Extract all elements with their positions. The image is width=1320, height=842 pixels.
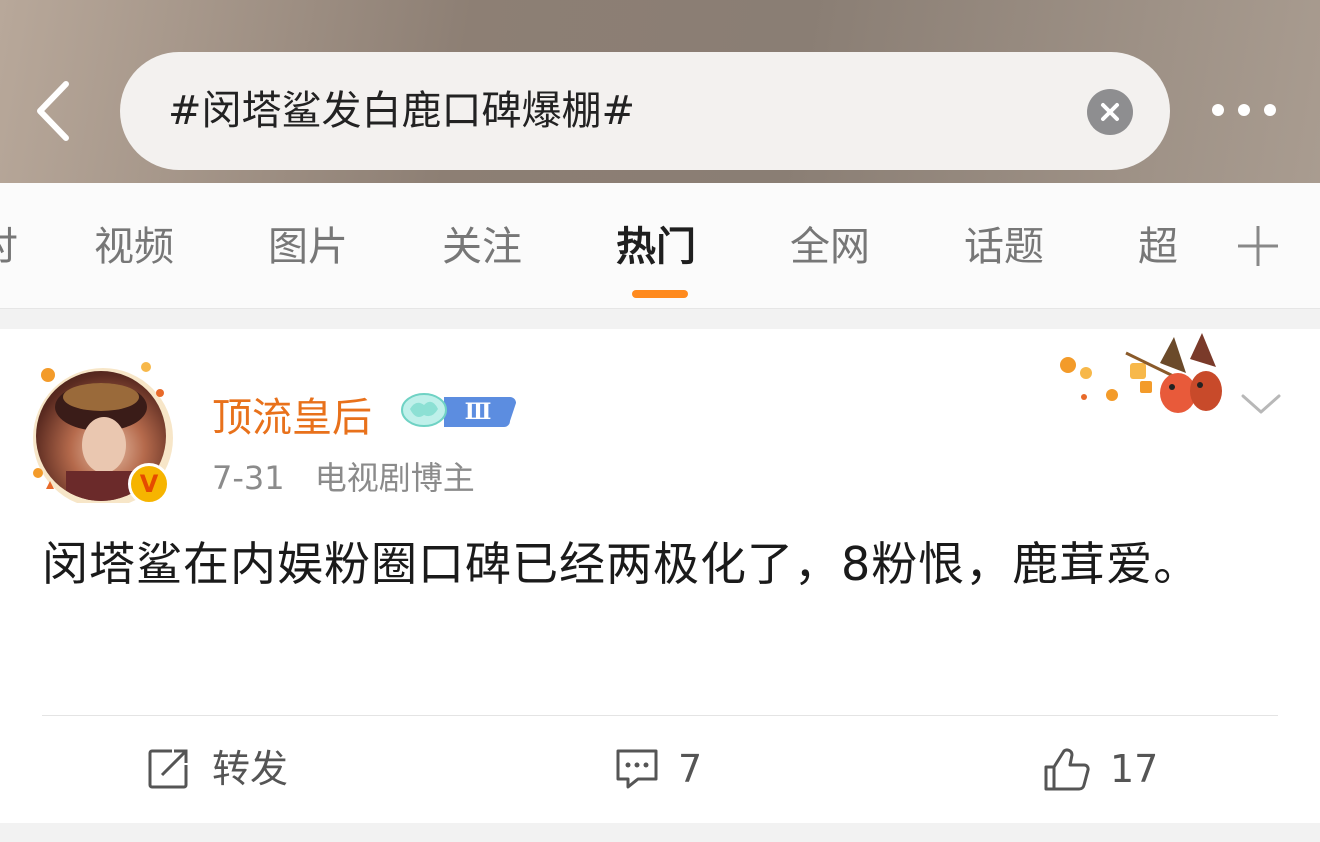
active-tab-indicator xyxy=(632,290,688,298)
top-bar: #闵塔鲨发白鹿口碑爆棚# xyxy=(0,0,1320,183)
expand-menu-button[interactable] xyxy=(1240,391,1282,417)
add-tab-button[interactable] xyxy=(1234,222,1282,270)
level-badge-icon: Ⅲ xyxy=(401,393,516,427)
level-badge-text: Ⅲ xyxy=(465,399,492,425)
tab-video[interactable]: 视频 xyxy=(94,183,174,308)
like-count: 17 xyxy=(1110,747,1159,791)
tab-images[interactable]: 图片 xyxy=(268,183,348,308)
tab-discuss[interactable]: 讨 xyxy=(0,183,18,308)
action-divider xyxy=(42,715,1278,716)
comment-count: 7 xyxy=(678,747,703,791)
clear-icon xyxy=(1101,103,1119,121)
like-button[interactable]: 17 xyxy=(1042,737,1162,801)
plus-icon xyxy=(1238,226,1278,266)
repost-button[interactable]: 转发 xyxy=(146,737,306,801)
back-button[interactable] xyxy=(32,78,76,144)
tab-all-web[interactable]: 全网 xyxy=(790,183,870,308)
clear-search-button[interactable] xyxy=(1087,89,1133,135)
card-decoration-icon xyxy=(1060,333,1222,413)
tab-following[interactable]: 关注 xyxy=(442,183,522,308)
comment-icon xyxy=(616,749,658,789)
repost-label: 转发 xyxy=(212,747,289,791)
post-username[interactable]: 顶流皇后 xyxy=(212,385,372,443)
post-source: 电视剧博主 xyxy=(314,459,475,497)
comment-button[interactable]: 7 xyxy=(614,737,714,801)
post-body-text: 闵塔鲨在内娱粉圈口碑已经两极化了，8粉恨，鹿茸爱。 xyxy=(42,537,1201,591)
post-card: V 顶流皇后 Ⅲ 7-31 电视剧博主 闵塔鲨在内娱粉圈口碑已经两极化了，8粉恨… xyxy=(0,329,1320,823)
search-query-text[interactable]: #闵塔鲨发白鹿口碑爆棚# xyxy=(168,52,635,170)
tab-topics[interactable]: 话题 xyxy=(964,183,1044,308)
tab-bar: 讨 视频 图片 关注 热门 全网 话题 超 xyxy=(0,183,1320,309)
repost-icon xyxy=(148,749,188,789)
chevron-left-icon xyxy=(37,81,69,141)
avatar-frame[interactable]: V xyxy=(28,353,178,505)
more-button[interactable] xyxy=(1206,90,1282,130)
post-date: 7-31 xyxy=(212,459,285,497)
thumbs-up-icon xyxy=(1044,748,1090,791)
post-meta: 7-31 电视剧博主 xyxy=(212,453,475,499)
verified-badge: V xyxy=(128,463,170,505)
search-bar[interactable]: #闵塔鲨发白鹿口碑爆棚# xyxy=(120,52,1170,170)
tab-super-topic[interactable]: 超 xyxy=(1138,183,1178,308)
tab-fade-overlay xyxy=(1180,183,1240,308)
more-horizontal-icon xyxy=(1212,104,1276,116)
chevron-down-icon xyxy=(1241,394,1281,414)
list-gap xyxy=(0,823,1320,842)
